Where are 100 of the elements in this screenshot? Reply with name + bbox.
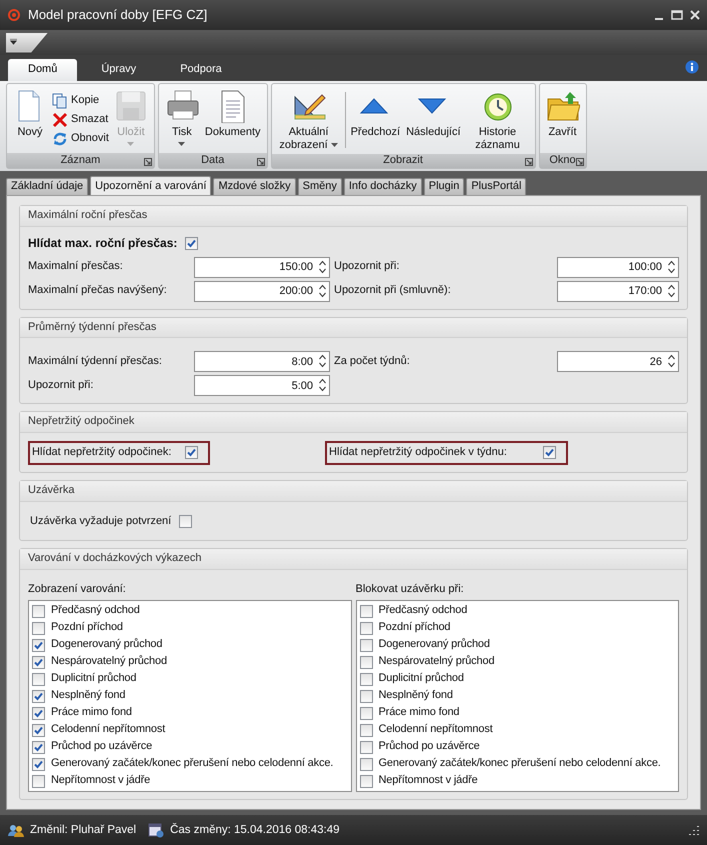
group-label: Záznam — [60, 154, 100, 168]
checkbox[interactable] — [32, 706, 45, 720]
info-icon[interactable] — [685, 60, 699, 74]
checkbox-label: Celodenní nepřítomnost — [378, 723, 493, 737]
ribbon-button[interactable]: Obnovit — [50, 130, 111, 148]
dialog-launcher-icon[interactable] — [144, 158, 152, 166]
changed-by-text: Změnil: Pluhař Pavel — [30, 822, 136, 838]
dialog-launcher-icon[interactable] — [256, 158, 265, 166]
spin-arrows-icon[interactable] — [668, 284, 675, 298]
tab[interactable]: Mzdové složky — [213, 178, 296, 195]
checkbox-label: Hlídat nepřetržitý odpočinek v týdnu: — [329, 446, 507, 460]
caret-icon — [178, 142, 186, 146]
checkbox[interactable] — [360, 758, 372, 770]
spin-field[interactable]: 200:00 — [194, 280, 330, 302]
checkbox[interactable] — [32, 724, 45, 736]
checkbox-label: Dogenerovaný průchod — [378, 638, 490, 652]
caret-icon — [330, 143, 338, 148]
checkbox-label: Nepřítomnost v jádře — [378, 774, 478, 788]
checkbox[interactable] — [360, 604, 372, 618]
checkbox[interactable] — [360, 638, 372, 652]
ribbon-button[interactable]: Kopie — [50, 92, 111, 110]
spin-field[interactable]: 170:00 — [557, 280, 679, 302]
calendar-icon — [148, 822, 164, 838]
tab[interactable]: Směny — [298, 178, 342, 195]
tab[interactable]: Info docházky — [344, 178, 422, 195]
spin-arrows-icon[interactable] — [319, 284, 326, 298]
checkbox-label: Nespárovatelný průchod — [51, 655, 167, 669]
checkbox[interactable] — [32, 758, 45, 770]
checkbox[interactable] — [360, 706, 372, 720]
checkbox-label: Celodenní nepřítomnost — [51, 723, 166, 737]
checkbox[interactable] — [32, 622, 45, 634]
checkbox-label: Nepřítomnost v jádře — [51, 774, 150, 788]
ribbon-button[interactable]: Předchozí — [348, 86, 404, 154]
checkbox[interactable] — [360, 740, 372, 754]
checkbox-label: Práce mimo fond — [51, 706, 132, 720]
spin-arrows-icon[interactable] — [319, 260, 326, 274]
ribbon-button[interactable]: Smazat — [50, 110, 111, 128]
tab[interactable]: Plugin — [424, 178, 464, 195]
checkbox[interactable] — [32, 690, 45, 702]
spin-arrows-icon[interactable] — [668, 260, 675, 274]
checkbox[interactable] — [32, 672, 45, 686]
checkbox[interactable] — [360, 656, 372, 668]
resize-grip-icon[interactable] — [689, 825, 699, 835]
checkbox[interactable] — [32, 656, 45, 668]
spin-field[interactable]: 5:00 — [194, 375, 330, 396]
dialog-launcher-icon[interactable] — [524, 158, 533, 166]
ribbon-tab[interactable]: Podpora — [160, 59, 242, 81]
changed-at-text: Čas změny: 15.04.2016 08:43:49 — [170, 822, 341, 838]
spin-arrows-icon[interactable] — [319, 378, 326, 392]
checkbox-label: Uzávěrka vyžaduje potvrzení — [30, 514, 172, 528]
checkbox-label: Pozdní příchod — [51, 621, 123, 635]
spin-field[interactable]: 150:00 — [194, 256, 330, 278]
maximize-icon[interactable] — [671, 9, 683, 21]
checkbox[interactable] — [32, 604, 45, 618]
checkbox[interactable] — [185, 446, 198, 460]
checkbox-label: Generovaný začátek/konec přerušení nebo celodenní akce. — [51, 757, 334, 771]
tab[interactable]: Základní údaje — [6, 178, 88, 195]
ribbon-tab[interactable]: Úpravy — [81, 59, 156, 81]
checkbox-label: Generovaný začátek/konec přerušení nebo celodenní akce. — [378, 757, 661, 771]
tab[interactable]: Upozornění a varování — [90, 176, 212, 195]
dialog-launcher-icon[interactable] — [576, 158, 584, 166]
group-label: Okno — [549, 154, 576, 168]
spin-field[interactable]: 100:00 — [557, 256, 679, 278]
ribbon-button[interactable]: Historie záznamu — [464, 86, 532, 154]
delete-icon — [52, 112, 68, 128]
checkbox[interactable] — [360, 724, 372, 736]
checkbox-label: Hlídat nepřetržitý odpočinek: — [32, 446, 172, 460]
ribbon-button[interactable]: Zavřít — [542, 86, 583, 153]
list-label: Zobrazení varování: — [28, 583, 127, 597]
checkbox-label: Dogenerovaný průchod — [51, 638, 162, 652]
spin-arrows-icon[interactable] — [319, 354, 326, 368]
checkbox-label: Průchod po uzávěrce — [378, 740, 480, 754]
section-header: Varování v docházkových výkazech — [20, 549, 687, 570]
checkbox-label: Práce mimo fond — [378, 706, 460, 720]
spin-field[interactable]: 26 — [557, 351, 679, 372]
close-icon[interactable] — [689, 9, 701, 21]
checkbox[interactable] — [32, 740, 45, 754]
checkbox[interactable] — [543, 446, 556, 460]
tab[interactable]: PlusPortál — [466, 178, 526, 195]
quick-access-button[interactable] — [6, 32, 48, 52]
checkbox[interactable] — [360, 672, 372, 686]
checkbox[interactable] — [32, 638, 45, 652]
checkbox[interactable] — [360, 622, 372, 634]
ribbon-tab[interactable]: Domů — [8, 59, 78, 81]
checkbox-label: Předčasný odchod — [378, 604, 468, 618]
ribbon-button[interactable]: Dokumenty — [202, 86, 264, 153]
ribbon-button[interactable]: Tisk — [162, 86, 202, 153]
ribbon-button[interactable]: Aktuální zobrazení — [274, 86, 343, 154]
ribbon-button[interactable]: Nový — [10, 86, 50, 153]
checkbox[interactable] — [185, 236, 198, 250]
checkbox[interactable] — [179, 514, 192, 528]
checkbox[interactable] — [360, 774, 372, 788]
checkbox[interactable] — [32, 774, 45, 788]
field-label: Hlídat max. roční přesčas: — [28, 236, 178, 250]
spin-field[interactable]: 8:00 — [194, 351, 330, 372]
folder-icon — [546, 89, 580, 123]
ribbon-button[interactable]: Následující — [403, 86, 464, 154]
spin-arrows-icon[interactable] — [668, 354, 675, 368]
checkbox-label: Nespárovatelný průchod — [378, 655, 494, 669]
checkbox[interactable] — [360, 690, 372, 702]
